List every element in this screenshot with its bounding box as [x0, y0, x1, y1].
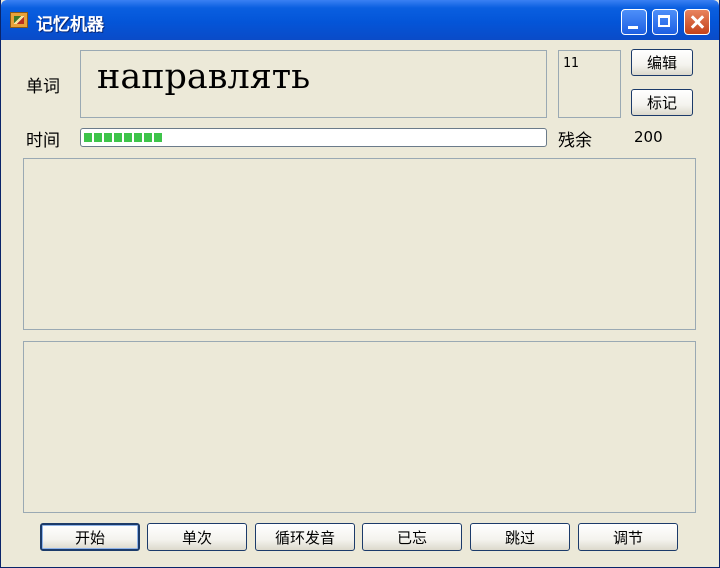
- edit-button[interactable]: 编辑: [631, 49, 693, 76]
- word-label: 单词: [26, 77, 60, 97]
- word-count: 11: [563, 56, 579, 71]
- loop-sound-button[interactable]: 循环发音: [255, 523, 355, 551]
- app-window: 记忆机器 单词 направлять 11 编辑 标记 时间 残余 200 开始…: [0, 0, 720, 568]
- remaining-value: 200: [634, 128, 663, 146]
- word-count-box: 11: [558, 50, 621, 118]
- app-icon: [10, 12, 28, 28]
- forgot-button[interactable]: 已忘: [362, 523, 462, 551]
- time-label: 时间: [26, 131, 60, 151]
- adjust-button[interactable]: 调节: [578, 523, 678, 551]
- mark-button[interactable]: 标记: [631, 89, 693, 116]
- remaining-label: 残余: [558, 131, 592, 151]
- title-bar[interactable]: 记忆机器: [1, 0, 719, 40]
- word-text: направлять: [97, 57, 311, 97]
- minimize-button[interactable]: [621, 9, 647, 35]
- window-title: 记忆机器: [36, 15, 104, 35]
- word-display: направлять: [80, 50, 547, 118]
- start-button[interactable]: 开始: [40, 523, 140, 551]
- close-button[interactable]: [684, 9, 710, 35]
- time-progress-fill: [84, 133, 162, 142]
- time-progress-bar: [80, 128, 547, 147]
- single-button[interactable]: 单次: [147, 523, 247, 551]
- skip-button[interactable]: 跳过: [470, 523, 570, 551]
- maximize-button[interactable]: [652, 9, 678, 35]
- example-panel: [23, 341, 696, 513]
- definition-panel: [23, 158, 696, 330]
